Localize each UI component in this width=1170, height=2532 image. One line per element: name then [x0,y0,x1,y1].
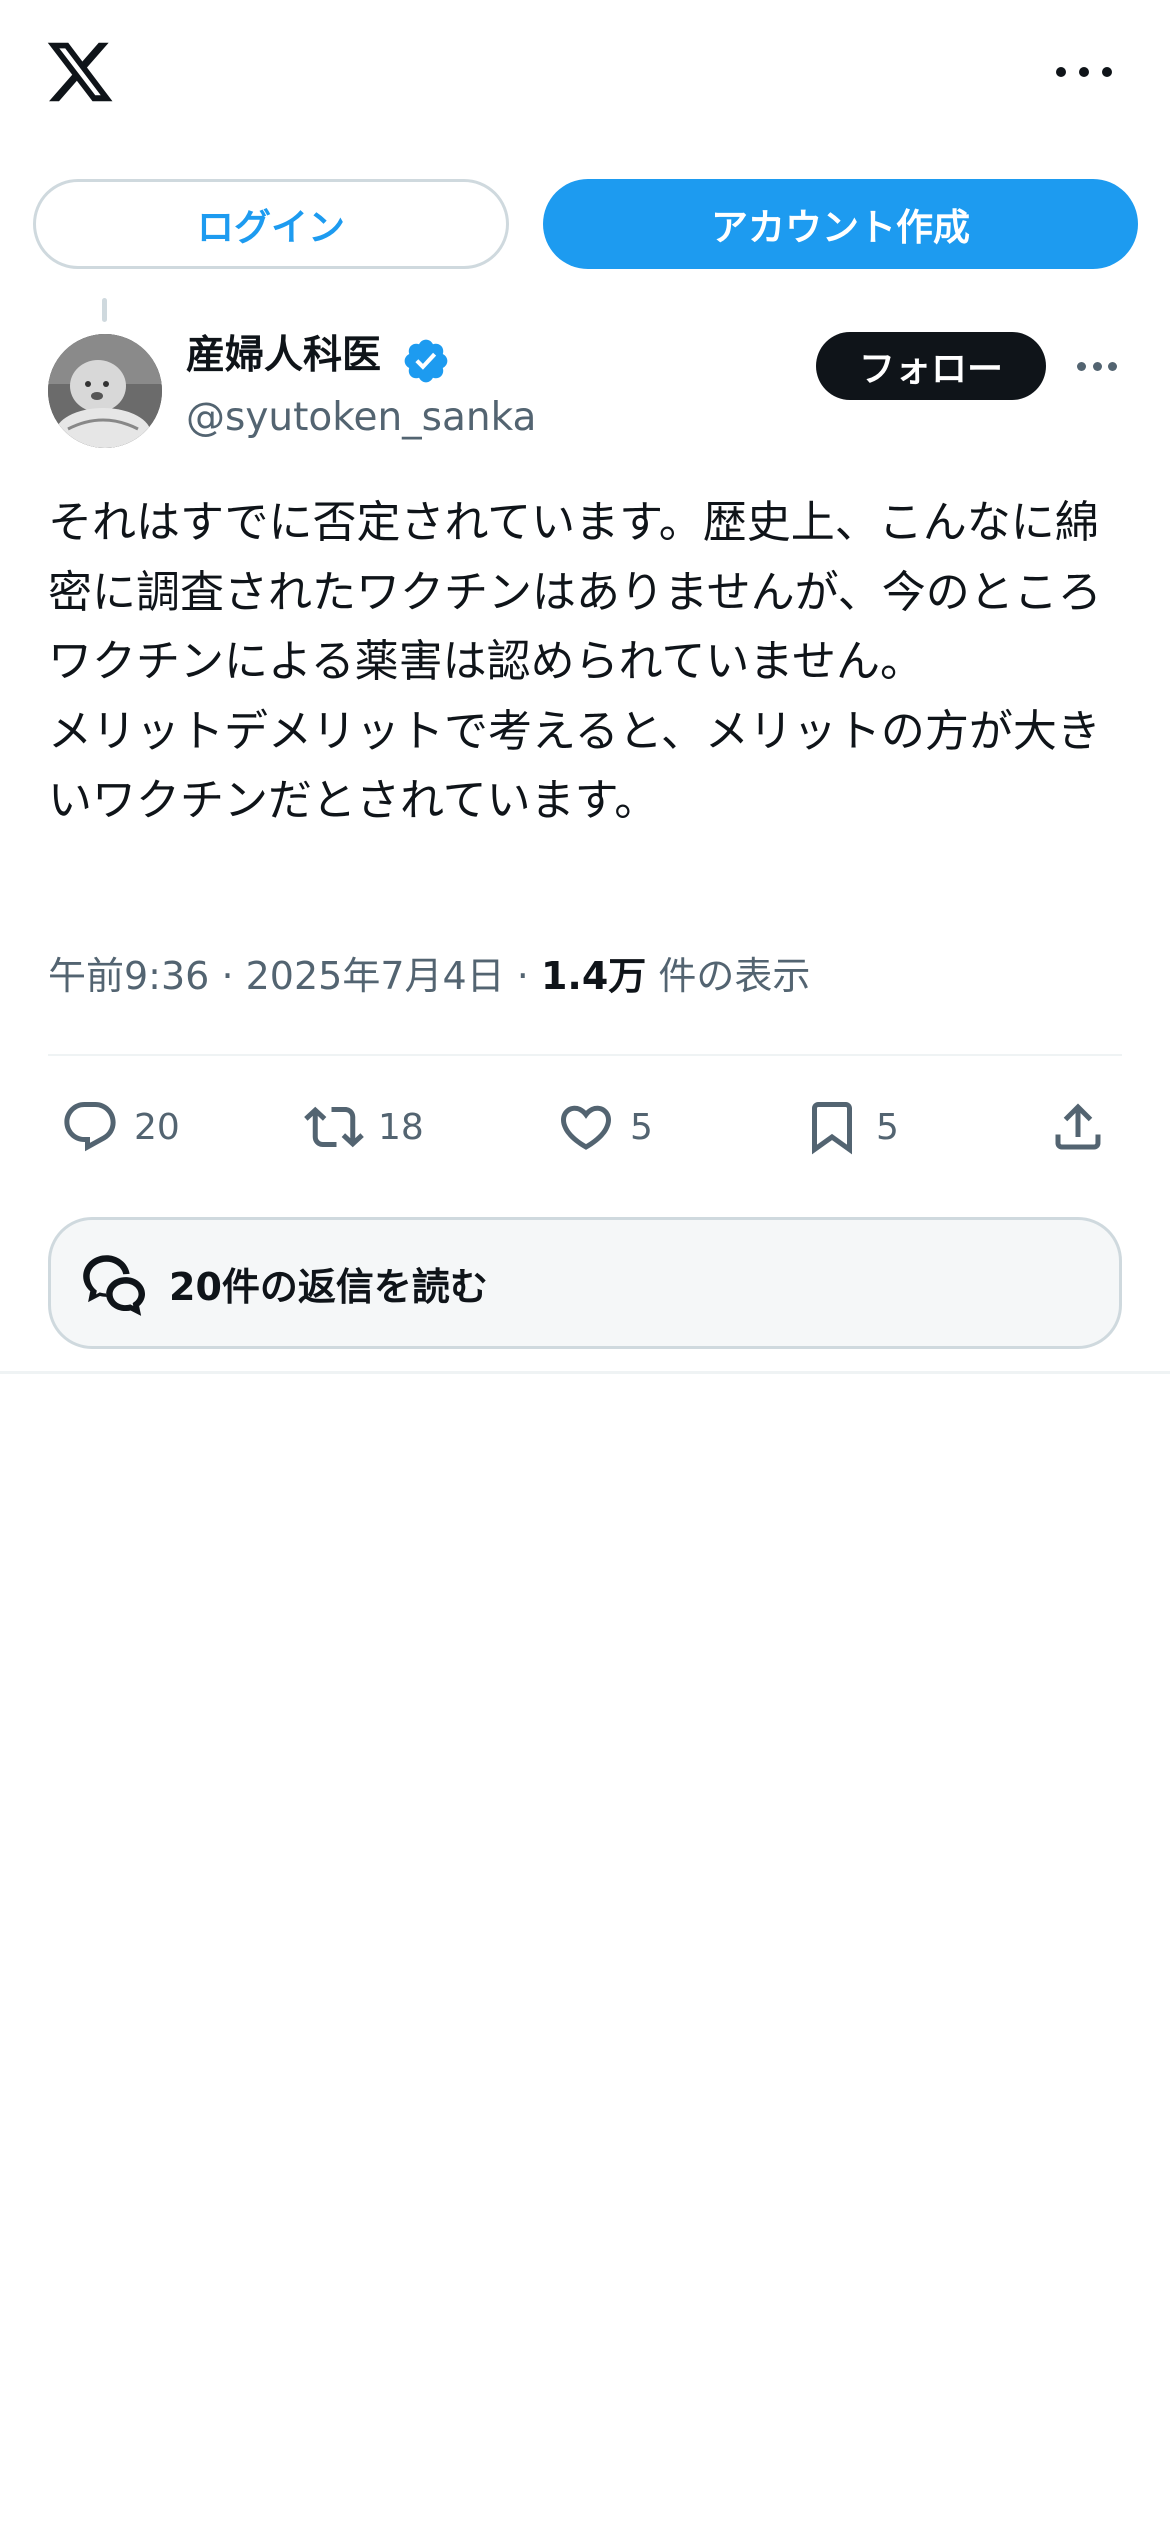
avatar-image [48,334,162,448]
dot [1079,67,1089,77]
divider [48,1054,1122,1056]
meta-separator: · [221,954,234,998]
repost-icon [304,1106,364,1148]
dot [1092,361,1102,371]
read-replies-label: 20件の返信を読む [169,1264,488,1309]
page: ログイン アカウント作成 産婦人科医 @syutoken_sanka フォロー … [0,0,1170,2532]
share-icon [1055,1103,1101,1150]
repost-button[interactable]: 18 [304,1092,424,1162]
meta-separator: · [516,954,529,998]
views-label: 件の表示 [658,954,811,998]
verified-badge-icon [404,339,448,383]
thread-connector-line [102,298,107,322]
top-bar [0,0,1170,150]
x-logo-icon[interactable] [44,36,116,108]
dot [1108,361,1117,371]
follow-button[interactable]: フォロー [816,332,1046,400]
bookmark-icon [812,1102,852,1155]
chat-bubbles-icon [83,1255,146,1316]
post-more-icon[interactable] [1077,360,1117,372]
reply-button[interactable]: 20 [60,1092,180,1162]
post-date[interactable]: 2025年7月4日 [246,954,505,998]
avatar[interactable] [48,334,162,448]
reply-count: 20 [134,1106,180,1148]
bookmark-count: 5 [876,1106,899,1148]
create-account-button[interactable]: アカウント作成 [543,179,1138,269]
bookmark-button[interactable]: 5 [802,1092,899,1162]
dot [1056,67,1066,77]
views-count: 1.4万 [540,954,647,998]
dot [1077,361,1086,371]
more-options-icon[interactable] [1056,54,1112,90]
share-button[interactable] [1048,1092,1108,1162]
like-button[interactable]: 5 [556,1092,653,1162]
post-meta: 午前9:36 · 2025年7月4日 · 1.4万 件の表示 [48,946,810,1006]
dot [1102,67,1112,77]
tweet-text: それはすでに否定されています。歴史上、こんなに綿密に調査されたワクチンはありませ… [48,497,1102,826]
login-button[interactable]: ログイン [33,179,509,269]
like-count: 5 [630,1106,653,1148]
repost-count: 18 [378,1106,424,1148]
heart-icon [560,1105,612,1150]
reply-icon [64,1102,116,1152]
divider [0,1371,1170,1374]
author-name[interactable]: 産婦人科医 [186,328,381,384]
author-handle[interactable]: @syutoken_sanka [186,390,536,446]
read-replies-button[interactable]: 20件の返信を読む [48,1217,1122,1349]
post-time[interactable]: 午前9:36 [48,954,209,998]
